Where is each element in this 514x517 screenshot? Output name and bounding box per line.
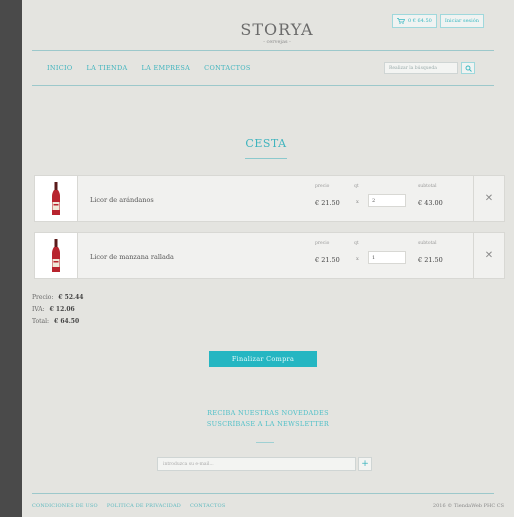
search-input[interactable]: Realizar la búsqueda <box>384 62 458 74</box>
newsletter-submit-button[interactable]: + <box>358 457 372 471</box>
cart-icon <box>397 18 405 24</box>
footer-link-contact[interactable]: CONTACTOS <box>190 503 225 509</box>
plus-icon: + <box>361 459 369 469</box>
iva-line: IVA: € 12.06 <box>32 304 83 316</box>
copyright-text: 2016 © TiendaWeb PHC CS <box>432 503 504 509</box>
subtotal-line: Precio: € 52.44 <box>32 292 83 304</box>
main-nav: INICIO LA TIENDA LA EMPRESA CONTACTOS <box>47 64 251 72</box>
quantity-input[interactable]: 1 <box>368 251 406 264</box>
newsletter-line-2: SUSCRÍBASE A LA NEWSLETTER <box>206 420 330 428</box>
nav-item-la-tienda[interactable]: LA TIENDA <box>87 64 128 72</box>
iva-label: IVA: <box>32 306 45 313</box>
iva-value: € 12.06 <box>49 306 75 313</box>
close-icon: ✕ <box>484 250 494 261</box>
product-thumbnail[interactable] <box>35 233 78 278</box>
product-name[interactable]: Licor de manzana rallada <box>90 253 174 261</box>
nav-item-la-empresa[interactable]: LA EMPRESA <box>142 64 191 72</box>
order-totals: Precio: € 52.44 IVA: € 12.06 Total: € 64.50 <box>32 292 83 328</box>
nav-divider <box>32 85 494 86</box>
total-label: Total: <box>32 318 50 325</box>
quantity-input[interactable]: 2 <box>368 194 406 207</box>
footer-divider <box>32 493 494 494</box>
logo-tagline: - cervejas - <box>263 39 291 45</box>
qty-separator: x <box>356 256 359 262</box>
newsletter-heading: RECIBA NUESTRAS NOVEDADES SUSCRÍBASE A L… <box>168 408 368 430</box>
qty-column-label: qt <box>354 241 359 246</box>
search-form: Realizar la búsqueda <box>384 62 475 74</box>
price-column-label: precio <box>315 184 330 189</box>
logo-name: STORYA <box>240 20 314 39</box>
cart-summary: 0 € 64.50 <box>408 18 432 24</box>
search-icon <box>465 65 472 72</box>
cart-item-row: Licor de arándanos precio qt subtotal € … <box>34 175 505 222</box>
bottle-image <box>52 239 60 272</box>
remove-item-button[interactable]: ✕ <box>473 233 504 278</box>
left-dark-margin <box>0 0 22 517</box>
qty-separator: x <box>356 199 359 205</box>
page: STORYA - cervejas - 0 € 64.50 Iniciar se… <box>22 0 514 517</box>
close-icon: ✕ <box>484 193 494 204</box>
nav-item-inicio[interactable]: INICIO <box>47 64 73 72</box>
site-header: STORYA - cervejas - 0 € 64.50 Iniciar se… <box>22 0 514 52</box>
page-title: CESTA <box>245 137 287 150</box>
header-divider <box>32 50 494 51</box>
title-underline <box>245 158 287 159</box>
subtotal-column-label: subtotal <box>418 241 437 246</box>
search-button[interactable] <box>461 62 475 74</box>
checkout-button[interactable]: Finalizar Compra <box>209 351 317 367</box>
price-column-label: precio <box>315 241 330 246</box>
nav-item-contactos[interactable]: CONTACTOS <box>204 64 250 72</box>
unit-price: € 21.50 <box>315 256 340 264</box>
line-subtotal: € 43.00 <box>418 199 443 207</box>
email-field[interactable]: introduzca su e-mail... <box>157 457 356 471</box>
qty-column-label: qt <box>354 184 359 189</box>
subtotal-column-label: subtotal <box>418 184 437 189</box>
remove-item-button[interactable]: ✕ <box>473 176 504 221</box>
price-value: € 52.44 <box>58 294 84 301</box>
bottle-image <box>52 182 60 215</box>
header-actions: 0 € 64.50 Iniciar sesión <box>392 14 484 28</box>
total-value: € 64.50 <box>54 318 80 325</box>
total-line: Total: € 64.50 <box>32 316 83 328</box>
price-label: Precio: <box>32 294 54 301</box>
site-logo[interactable]: STORYA - cervejas - <box>227 20 327 45</box>
cart-item-row: Licor de manzana rallada precio qt subto… <box>34 232 505 279</box>
unit-price: € 21.50 <box>315 199 340 207</box>
footer-link-conditions[interactable]: CONDICIONES DE USO <box>32 503 98 509</box>
footer-links: CONDICIONES DE USO POLITICA DE PRIVACIDA… <box>32 503 225 509</box>
login-button[interactable]: Iniciar sesión <box>439 14 484 28</box>
product-thumbnail[interactable] <box>35 176 78 221</box>
newsletter-form: introduzca su e-mail... + <box>157 457 372 471</box>
product-name[interactable]: Licor de arándanos <box>90 196 154 204</box>
line-subtotal: € 21.50 <box>418 256 443 264</box>
footer-link-privacy[interactable]: POLITICA DE PRIVACIDAD <box>107 503 181 509</box>
newsletter-line-1: RECIBA NUESTRAS NOVEDADES <box>207 409 329 417</box>
newsletter-divider <box>256 442 274 443</box>
cart-button[interactable]: 0 € 64.50 <box>392 14 437 28</box>
